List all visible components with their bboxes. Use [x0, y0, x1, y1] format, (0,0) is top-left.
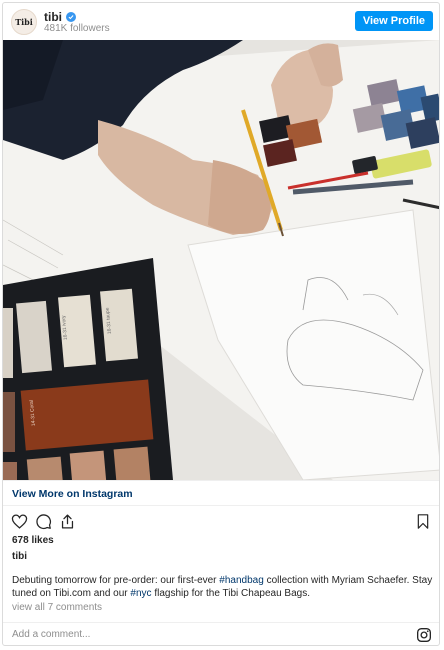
view-more-link[interactable]: View More on Instagram: [12, 488, 133, 500]
caption-text: Debuting tomorrow for pre-order: our fir…: [12, 575, 220, 586]
caption-text: flagship for the Tibi Chapeau Bags.: [151, 588, 310, 599]
comment-bar: [3, 622, 439, 645]
verified-badge-icon: [66, 12, 76, 22]
bookmark-icon[interactable]: [414, 512, 432, 530]
post-caption: Debuting tomorrow for pre-order: our fir…: [12, 574, 436, 600]
post-image[interactable]: 16-31 ivory 16-31 taupe 14-31 Coral: [3, 40, 439, 480]
like-count[interactable]: 678 likes: [12, 535, 54, 546]
post-header: Tibi tibi 481K followers View Profile: [3, 3, 439, 39]
comment-input[interactable]: [12, 629, 392, 640]
action-bar: [3, 508, 439, 534]
caption-username[interactable]: tibi: [12, 551, 27, 562]
share-icon[interactable]: [58, 512, 76, 530]
comment-icon[interactable]: [34, 512, 52, 530]
instagram-logo-icon[interactable]: [416, 627, 432, 643]
avatar[interactable]: Tibi: [11, 9, 37, 35]
post-photo-illustration: 16-31 ivory 16-31 taupe 14-31 Coral: [3, 40, 439, 480]
follower-count: 481K followers: [44, 23, 110, 34]
hashtag-link[interactable]: #handbag: [219, 575, 264, 586]
hashtag-link[interactable]: #nyc: [130, 588, 151, 599]
view-more-bar: View More on Instagram: [3, 480, 439, 506]
instagram-embed-card: Tibi tibi 481K followers View Profile 16…: [2, 2, 440, 646]
view-profile-button[interactable]: View Profile: [354, 11, 433, 31]
view-all-comments-link[interactable]: view all 7 comments: [12, 602, 102, 613]
heart-icon[interactable]: [10, 512, 28, 530]
username[interactable]: tibi: [44, 10, 76, 24]
username-text[interactable]: tibi: [44, 10, 62, 24]
